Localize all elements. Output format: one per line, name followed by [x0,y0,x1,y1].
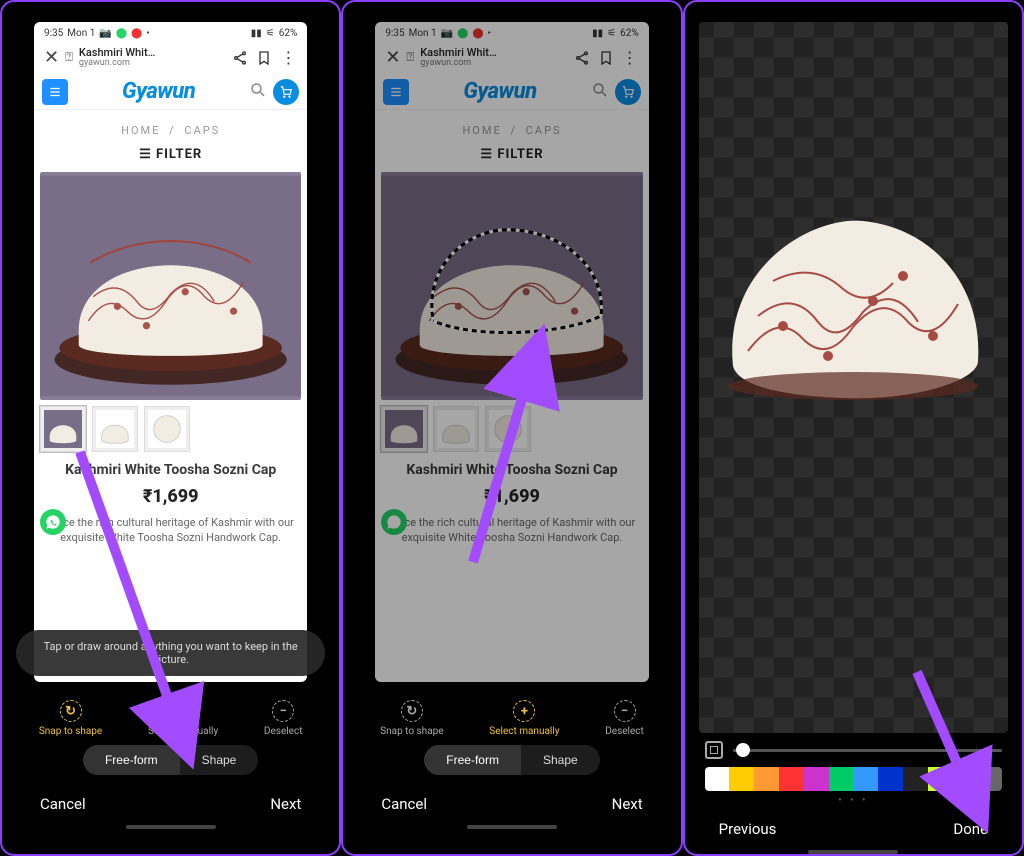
tutorial-panel-3: • • • Previous Done [683,0,1024,856]
menu-button[interactable] [42,79,68,105]
slider-handle[interactable] [736,743,750,757]
color-swatch[interactable] [705,767,730,791]
site-logo[interactable]: Gyawun [122,79,195,104]
bookmark-icon[interactable] [597,49,615,67]
color-swatch[interactable] [853,767,878,791]
cutout-object[interactable] [713,206,993,406]
product-price: ₹1,699 [34,480,307,513]
home-indicator [126,825,216,829]
seg-freeform[interactable]: Free-form [83,745,180,775]
seg-shape[interactable]: Shape [521,745,600,775]
menu-button[interactable] [383,79,409,105]
hint-tooltip: Tap or draw around anything you want to … [16,630,325,676]
done-button[interactable]: Done [953,820,988,838]
status-day: Mon 1 [67,28,95,39]
thumbnail-row [34,400,307,458]
tool-select-manually[interactable]: + Select manually [489,700,559,737]
more-icon[interactable]: ⋮ [621,49,639,67]
whatsapp-icon[interactable] [40,509,66,535]
color-swatch[interactable] [779,767,804,791]
product-main-image[interactable] [40,172,301,400]
app-icon: 📷 [99,28,111,39]
breadcrumb: HOME / CAPS [34,110,307,147]
transparent-canvas[interactable] [699,22,1008,733]
browser-toolbar: ✕ ⍰ Kashmiri Whit… gyawun.com ⋮ [34,41,307,75]
color-swatch[interactable] [754,767,779,791]
outline-editor: • • • [685,733,1022,810]
tutorial-panel-1: 9:35 Mon 1 📷 ⬤ ⬤ • ▮▮ ⚟ 62% ✕ ⍰ Kashmiri… [0,0,341,856]
share-icon[interactable] [231,49,249,67]
app-icon: ⬤ [131,28,142,39]
product-description: brace the rich cultural heritage of Kash… [34,513,307,552]
search-icon[interactable] [591,81,609,103]
domain-label: gyawun.com [79,59,156,69]
shape-segmented: Free-form Shape [83,745,258,775]
color-swatch[interactable] [878,767,903,791]
status-time: 9:35 [385,28,404,39]
cart-button[interactable] [615,79,641,105]
share-icon[interactable] [573,49,591,67]
tool-snap-to-shape[interactable]: ↻ Snap to shape [39,700,102,737]
tool-deselect[interactable]: − Deselect [264,700,303,737]
site-info-icon[interactable]: ⍰ [65,50,73,65]
wifi-icon: ⚟ [266,28,275,39]
filter-icon: ☰ [139,147,156,162]
cancel-button[interactable]: Cancel [40,795,86,813]
filter-button[interactable]: ☰ FILTER [375,147,648,172]
tool-label: Deselect [264,726,303,737]
breadcrumb-home[interactable]: HOME [121,124,160,137]
seg-freeform[interactable]: Free-form [424,745,521,775]
color-swatch[interactable] [804,767,829,791]
status-bar: 9:35 Mon 1 📷 ⬤ ⬤ • ▮▮ ⚟ 62% [375,22,648,41]
thumbnail-2[interactable] [92,406,138,452]
close-icon[interactable]: ✕ [44,47,59,68]
eyedropper-button[interactable] [963,767,989,791]
filter-button[interactable]: ☰ FILTER [34,147,307,172]
color-swatch[interactable] [829,767,854,791]
more-icon[interactable]: ⋮ [279,49,297,67]
tutorial-panel-2: 9:35 Mon 1 📷 ⬤ ⬤ • ▮▮ ⚟ 62% ✕ ⍰ Kashmiri… [341,0,682,856]
tool-select-manually[interactable]: + Select manually [148,700,218,737]
more-icon: • [146,28,149,39]
page-indicator: • • • [705,791,1002,810]
site-header: Gyawun [34,75,307,110]
product-main-image[interactable] [381,172,642,400]
selection-editor: ↻ Snap to shape + Select manually − Dese… [343,682,680,854]
thumbnail-1[interactable] [40,406,86,452]
app-icon: ⬤ [116,28,127,39]
tool-snap-to-shape[interactable]: ↻ Snap to shape [380,700,443,737]
selection-editor: Tap or draw around anything you want to … [2,682,339,854]
thumbnail-3[interactable] [144,406,190,452]
tool-label: Select manually [148,726,218,737]
cancel-button[interactable]: Cancel [381,795,427,813]
site-info-icon[interactable]: ⍰ [406,50,414,65]
status-bar: 9:35 Mon 1 📷 ⬤ ⬤ • ▮▮ ⚟ 62% [34,22,307,41]
color-swatch[interactable] [903,767,928,791]
browser-screenshot: 9:35 Mon 1 📷 ⬤ ⬤ • ▮▮ ⚟ 62% ✕ ⍰ Kashmiri… [34,22,307,682]
tool-deselect[interactable]: − Deselect [605,700,644,737]
browser-toolbar: ✕ ⍰ Kashmiri Whit… gyawun.com ⋮ [375,41,648,75]
color-palette [705,767,1002,791]
seg-shape[interactable]: Shape [180,745,259,775]
next-button[interactable]: Next [612,795,643,813]
status-time: 9:35 [44,28,63,39]
close-icon[interactable]: ✕ [385,47,400,68]
breadcrumb-category[interactable]: CAPS [184,124,220,137]
next-button[interactable]: Next [270,795,301,813]
search-icon[interactable] [249,81,267,103]
signal-icon: ▮▮ [251,28,262,39]
color-swatch[interactable] [928,767,953,791]
product-title: Kashmiri White Toosha Sozni Cap [34,458,307,480]
breadcrumb-separator: / [169,124,176,137]
cart-button[interactable] [273,79,299,105]
thickness-slider[interactable] [733,749,1002,752]
previous-button[interactable]: Previous [719,820,777,838]
browser-screenshot-dimmed: 9:35 Mon 1 📷 ⬤ ⬤ • ▮▮ ⚟ 62% ✕ ⍰ Kashmiri… [375,22,648,682]
status-day: Mon 1 [409,28,437,39]
outline-thickness-icon[interactable] [705,741,723,759]
color-swatch[interactable] [729,767,754,791]
bookmark-icon[interactable] [255,49,273,67]
tool-label: Snap to shape [39,726,102,737]
battery-icon: 62% [279,28,298,39]
